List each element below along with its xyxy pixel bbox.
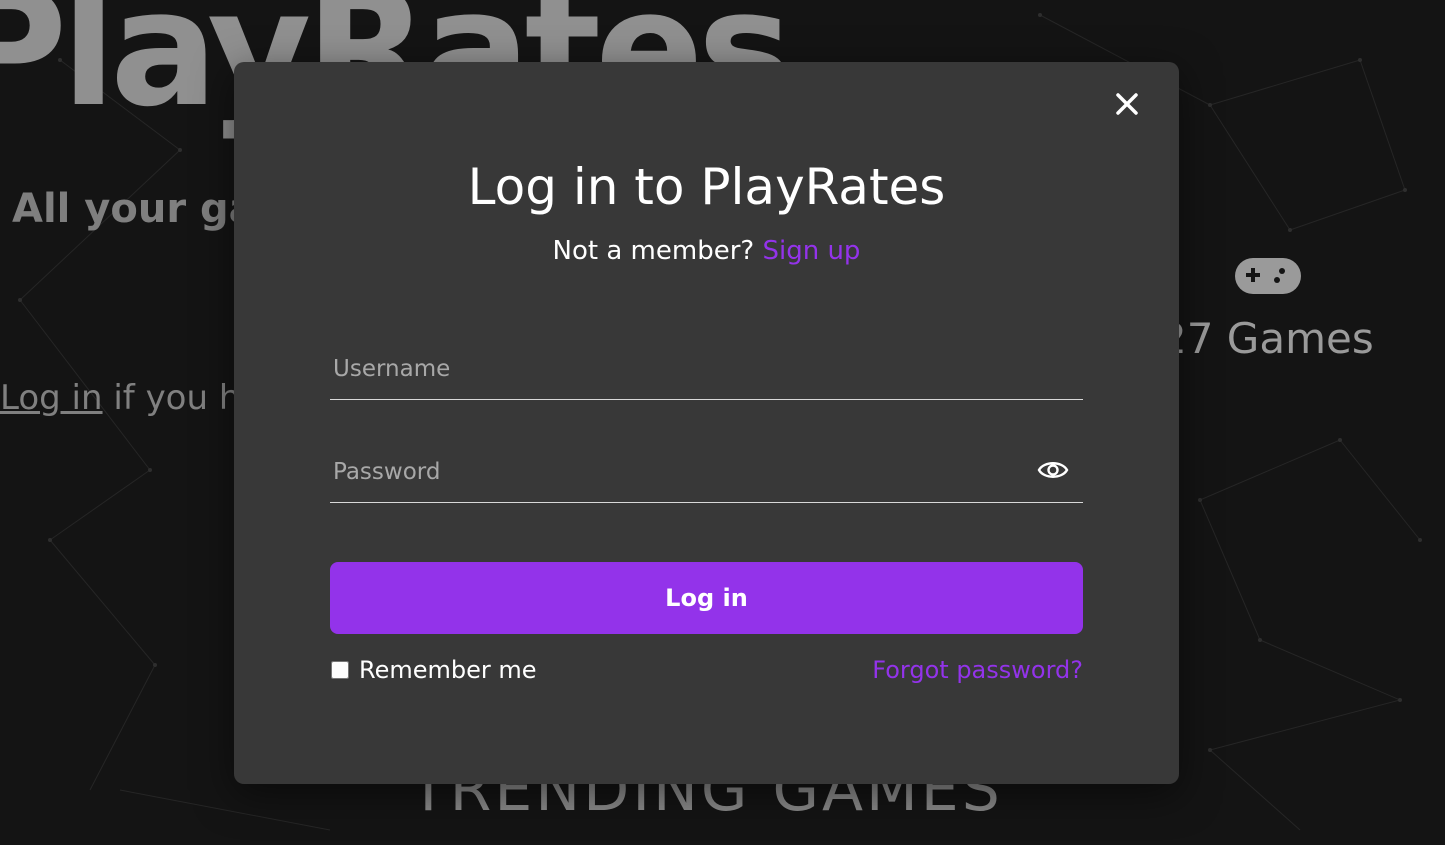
remember-me-checkbox[interactable] bbox=[331, 661, 349, 679]
member-prompt: Not a member? Sign up bbox=[234, 236, 1179, 266]
eye-icon bbox=[1037, 462, 1069, 478]
password-input[interactable] bbox=[330, 442, 1083, 502]
gamepad-icon bbox=[1235, 258, 1301, 294]
remember-me-label: Remember me bbox=[359, 656, 537, 684]
close-button[interactable] bbox=[1111, 88, 1143, 120]
forgot-password-link[interactable]: Forgot password? bbox=[872, 656, 1083, 684]
modal-title: Log in to PlayRates bbox=[467, 158, 946, 216]
close-icon bbox=[1116, 93, 1138, 115]
password-field bbox=[330, 442, 1083, 503]
remember-me[interactable]: Remember me bbox=[331, 656, 537, 684]
login-button[interactable]: Log in bbox=[330, 562, 1083, 634]
username-field bbox=[330, 339, 1083, 400]
login-modal: Log in to PlayRates Not a member? Sign u… bbox=[234, 62, 1179, 784]
show-password-button[interactable] bbox=[1037, 457, 1069, 483]
member-prompt-text: Not a member? bbox=[552, 236, 763, 266]
games-count: 27 Games bbox=[1160, 314, 1374, 363]
login-hint-link[interactable]: Log in bbox=[0, 378, 103, 418]
signup-link[interactable]: Sign up bbox=[762, 236, 860, 266]
username-input[interactable] bbox=[330, 339, 1083, 399]
